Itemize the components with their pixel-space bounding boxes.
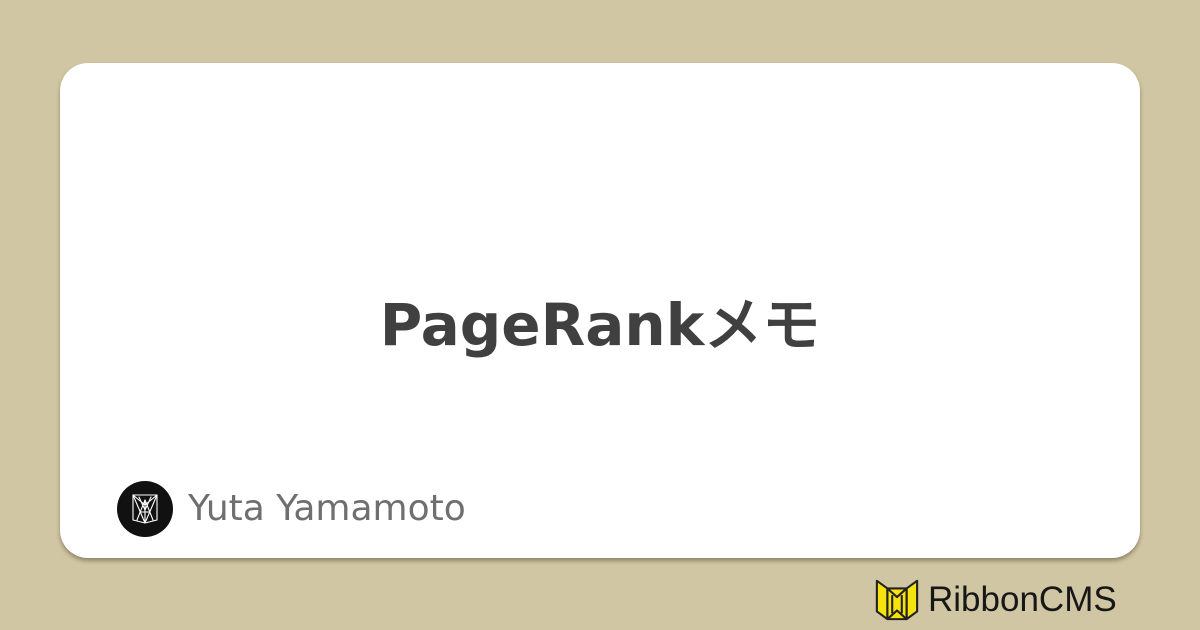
og-image-canvas: PageRankメモ Yuta Yamamoto RibbonCMS — [0, 0, 1200, 630]
author-avatar — [117, 481, 173, 537]
yellow-ribbon-logo-icon — [875, 579, 919, 621]
geometric-monogram-logo-icon — [132, 494, 158, 524]
article-card: PageRankメモ Yuta Yamamoto — [60, 63, 1140, 558]
brand-logo: RibbonCMS — [874, 575, 1117, 623]
author-info: Yuta Yamamoto — [117, 480, 466, 538]
author-name: Yuta Yamamoto — [188, 488, 466, 529]
article-title: PageRankメモ — [379, 291, 821, 359]
brand-name: RibbonCMS — [928, 579, 1117, 619]
